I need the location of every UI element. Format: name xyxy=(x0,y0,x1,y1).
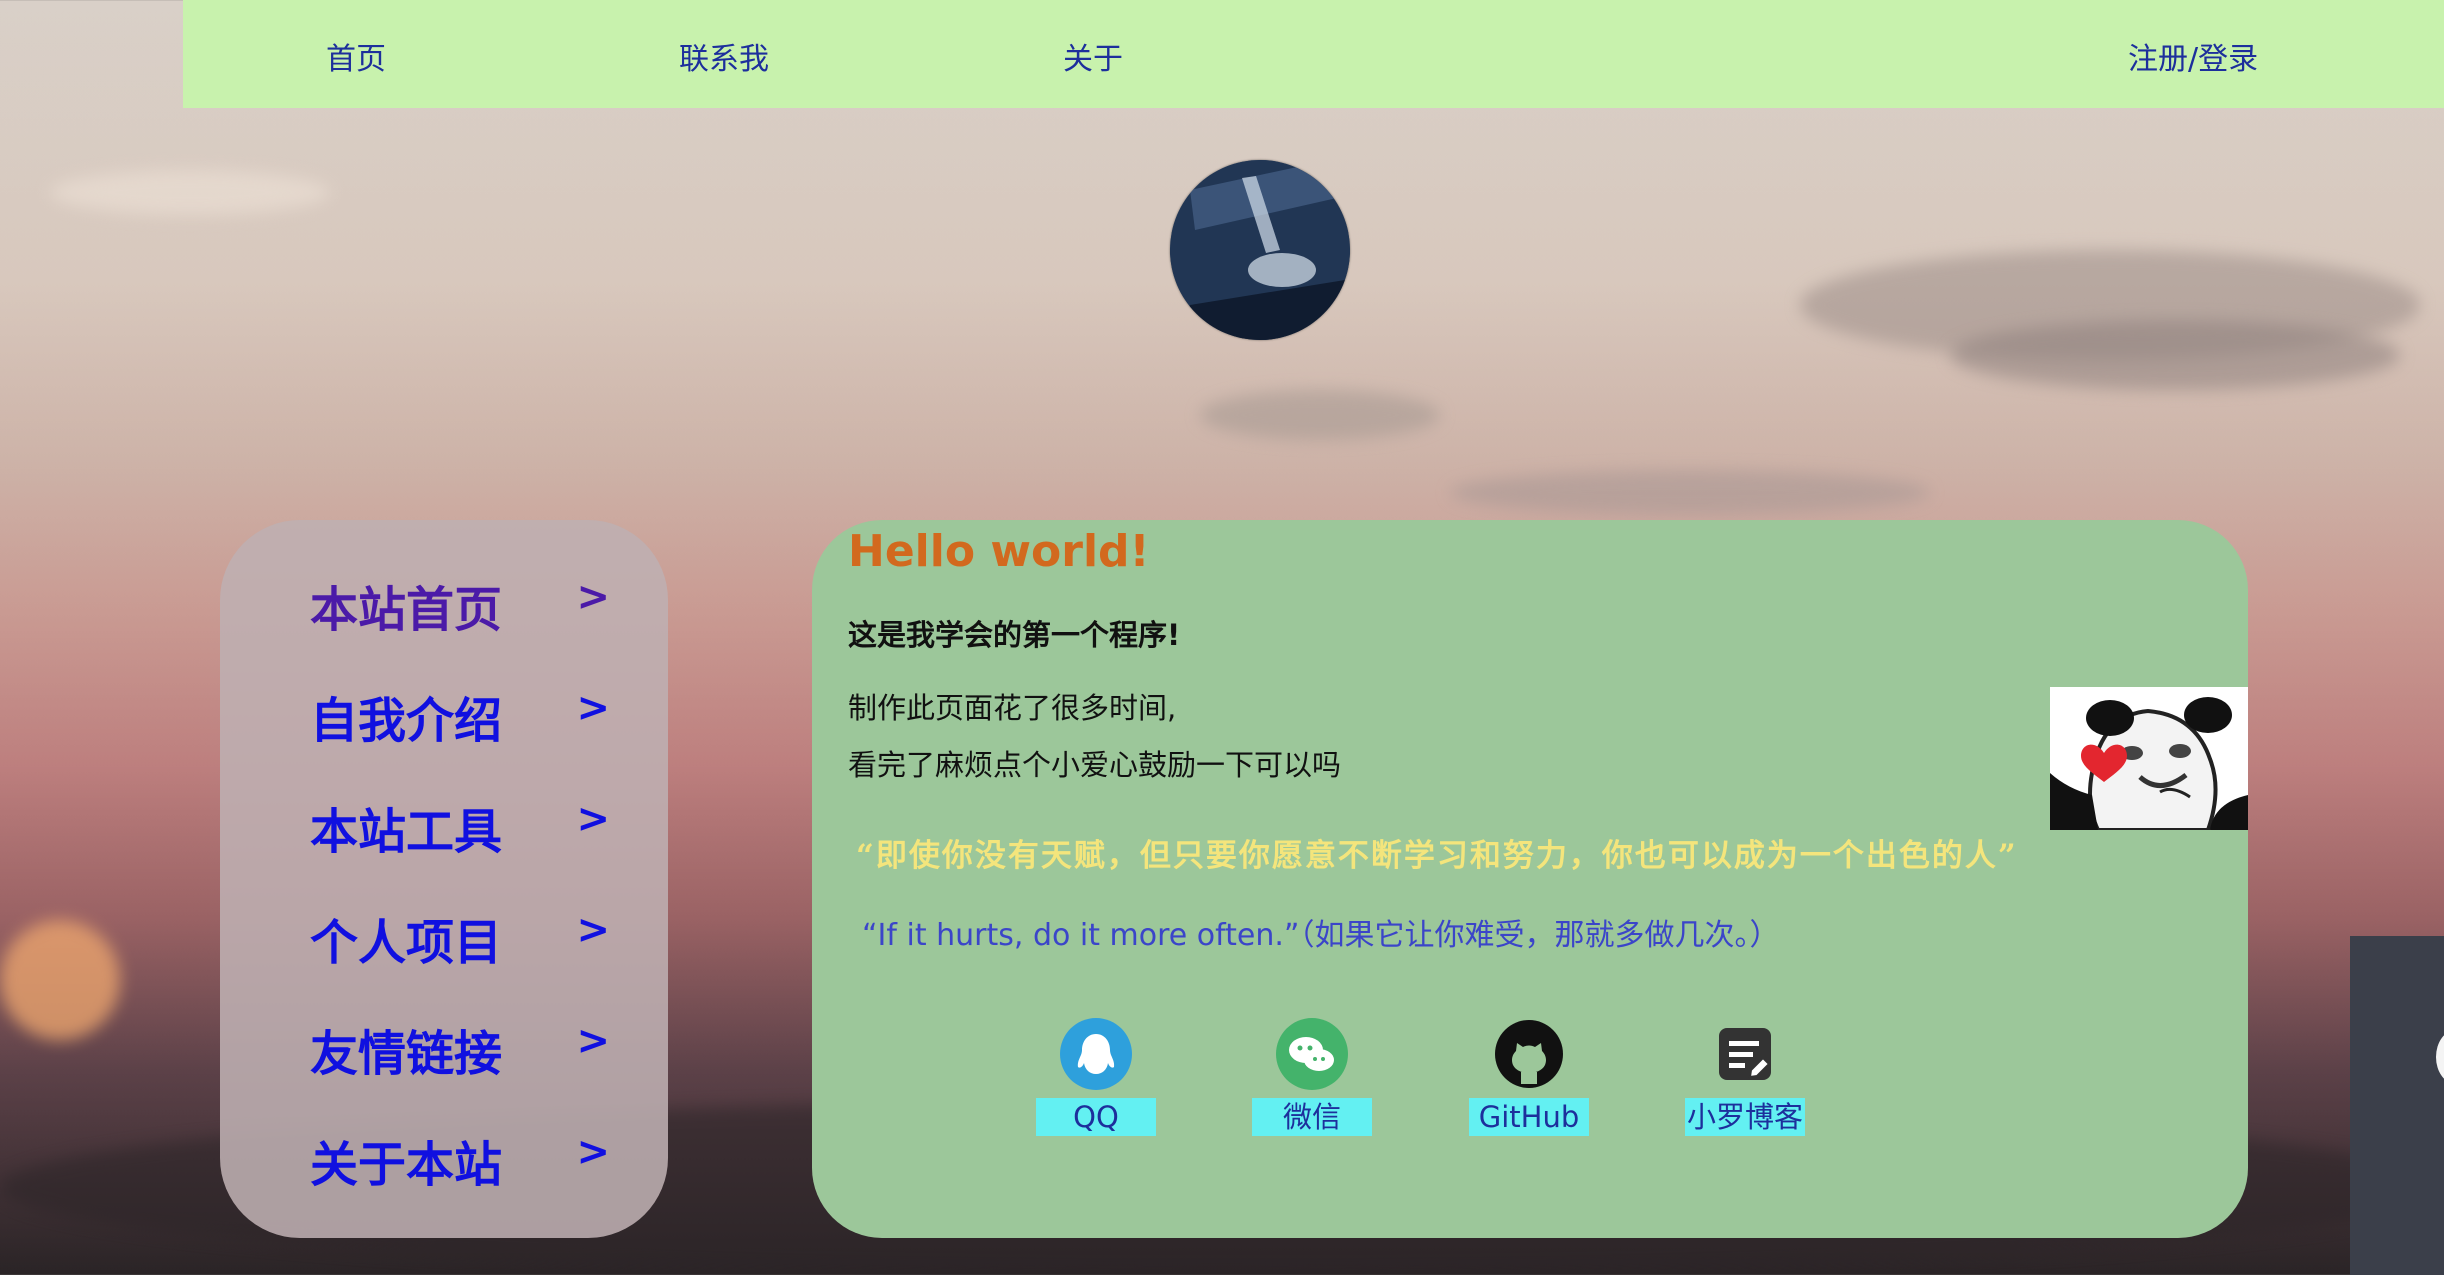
meme-image xyxy=(2050,687,2248,830)
sidebar-item-self-introduction[interactable]: 自我介绍 > xyxy=(310,681,610,751)
qq-link[interactable]: QQ xyxy=(1036,1018,1156,1140)
github-label: GitHub xyxy=(1469,1098,1589,1136)
nav-home-link[interactable]: 首页 xyxy=(326,34,386,78)
blog-label: 小罗博客 xyxy=(1685,1098,1805,1136)
blog-link[interactable]: 小罗博客 xyxy=(1685,1018,1805,1140)
sidebar-item-about-site[interactable]: 关于本站 > xyxy=(310,1125,610,1195)
nav-contact-link[interactable]: 联系我 xyxy=(679,34,769,78)
sidebar-item-personal-projects[interactable]: 个人项目 > xyxy=(310,903,610,973)
wechat-link[interactable]: 微信 xyxy=(1252,1018,1372,1140)
sidebar-item-label: 友情链接 xyxy=(310,1026,503,1082)
github-link[interactable]: GitHub xyxy=(1469,1018,1589,1140)
main-content-card: Hello world! 这是我学会的第一个程序! 制作此页面花了很多时间, 看… xyxy=(812,520,2248,1238)
wechat-label: 微信 xyxy=(1252,1098,1372,1136)
page-subtitle: 这是我学会的第一个程序! xyxy=(848,618,1181,652)
background-building xyxy=(2350,936,2444,1275)
motivational-quote: “即使你没有天赋，但只要你愿意不断学习和努力，你也可以成为一个出色的人” xyxy=(856,838,2018,874)
page-title: Hello world! xyxy=(848,526,1150,577)
qq-label: QQ xyxy=(1036,1098,1156,1136)
wechat-icon xyxy=(1276,1018,1348,1090)
nav-register-login-link[interactable]: 注册/登录 xyxy=(2128,34,2258,78)
top-navigation: 首页 联系我 关于 注册/登录 xyxy=(183,0,2444,108)
avatar[interactable] xyxy=(1170,160,1350,340)
intro-line-2: 看完了麻烦点个小爱心鼓励一下可以吗 xyxy=(848,748,1342,782)
english-quote: “If it hurts, do it more often.”（如果它让你难受… xyxy=(862,918,1780,953)
chevron-right-icon: > xyxy=(576,907,610,953)
intro-line-1: 制作此页面花了很多时间, xyxy=(848,691,1177,725)
sidebar-menu: 本站首页 > 自我介绍 > 本站工具 > 个人项目 > 友情链接 > 关于本站 … xyxy=(220,520,668,1238)
chevron-right-icon: > xyxy=(576,1129,610,1175)
avatar-image xyxy=(1170,160,1350,340)
qq-icon xyxy=(1060,1018,1132,1090)
chevron-right-icon: > xyxy=(576,685,610,731)
blog-icon xyxy=(1719,1028,1771,1080)
chevron-right-icon: > xyxy=(576,574,610,620)
github-icon xyxy=(1495,1020,1563,1088)
sidebar-item-label: 本站首页 xyxy=(310,582,503,638)
sidebar-item-label: 关于本站 xyxy=(310,1137,503,1193)
chevron-right-icon: > xyxy=(576,796,610,842)
sidebar-item-label: 自我介绍 xyxy=(310,693,503,749)
panda-heart-icon xyxy=(2050,687,2248,830)
sidebar-item-site-home[interactable]: 本站首页 > xyxy=(310,570,610,640)
sidebar-item-friend-links[interactable]: 友情链接 > xyxy=(310,1014,610,1084)
sidebar-item-site-tools[interactable]: 本站工具 > xyxy=(310,792,610,862)
sidebar-item-label: 本站工具 xyxy=(310,804,503,860)
chevron-right-icon: > xyxy=(576,1018,610,1064)
nav-about-link[interactable]: 关于 xyxy=(1063,34,1123,78)
sidebar-item-label: 个人项目 xyxy=(310,915,503,971)
